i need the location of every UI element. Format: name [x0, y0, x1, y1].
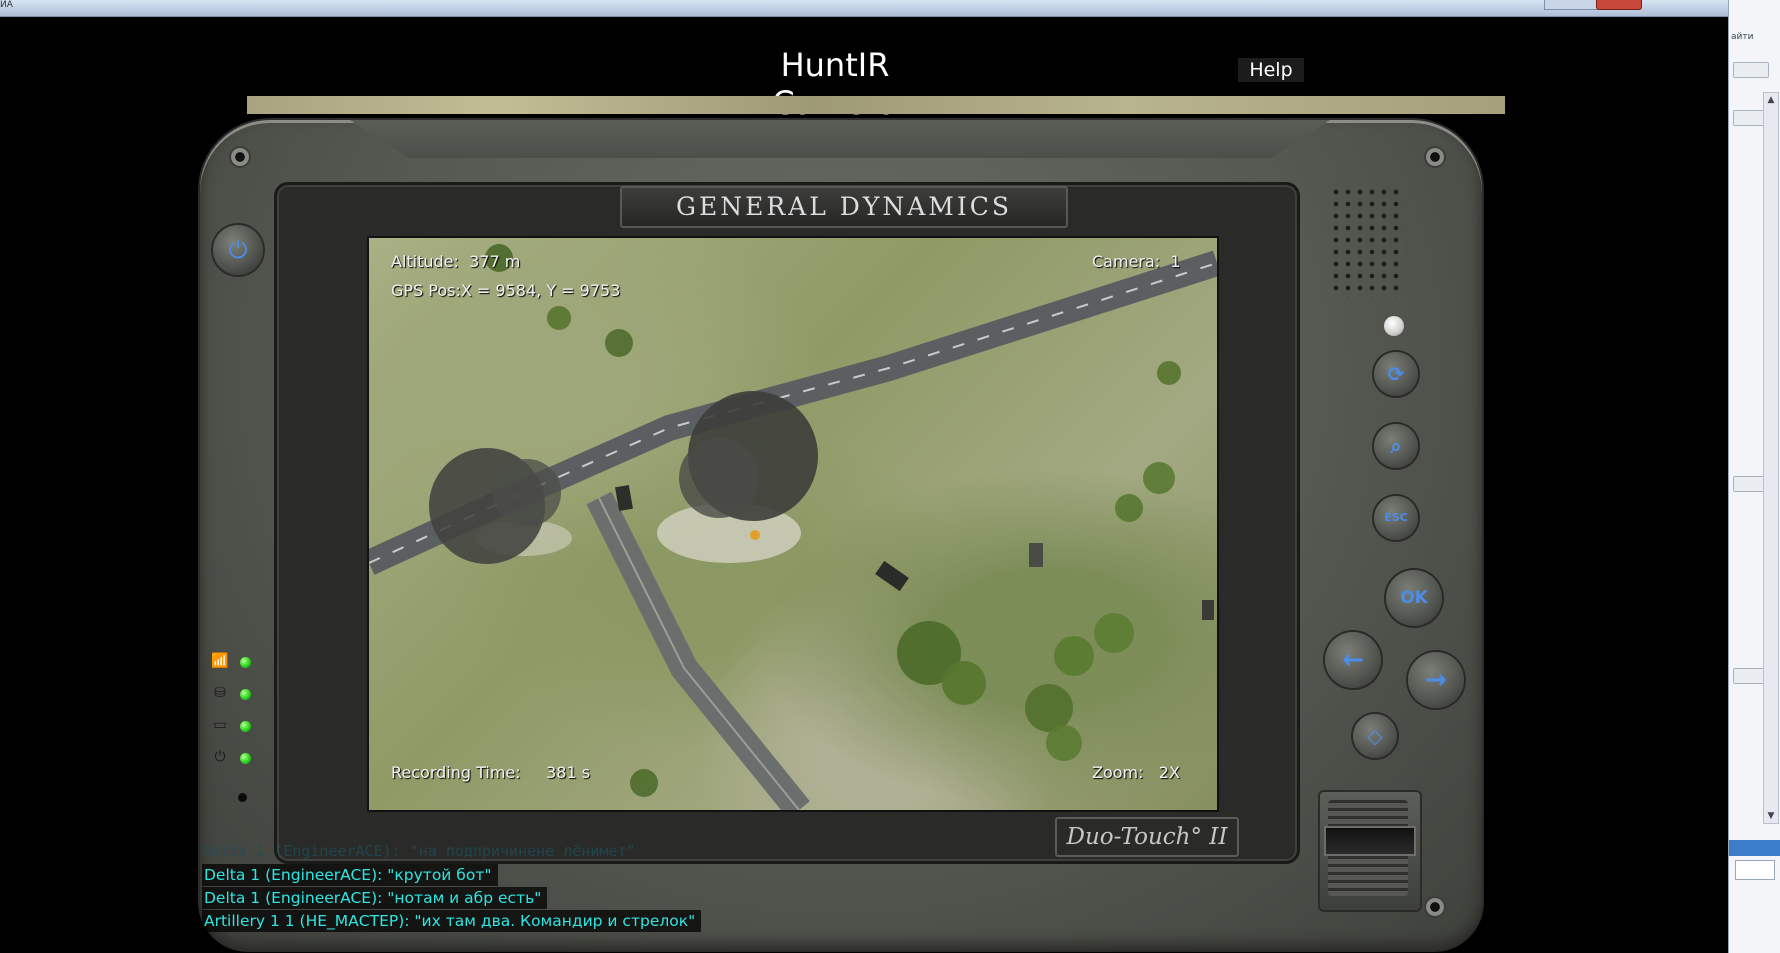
altitude-readout: Altitude: 377 m — [391, 252, 521, 271]
camera-switch-button[interactable]: ⟳ — [1374, 352, 1418, 396]
indicator-light — [1384, 316, 1404, 336]
help-button[interactable]: Help — [1238, 58, 1304, 82]
camera-feed[interactable]: Altitude: 377 m GPS Pos:X = 9584, Y = 97… — [367, 236, 1219, 812]
left-arrow-button[interactable]: ← — [1325, 632, 1381, 688]
tree-cluster — [1025, 684, 1073, 732]
ok-label: OK — [1400, 588, 1428, 608]
status-row-power: ⏻ — [208, 748, 258, 768]
tree-cluster — [1115, 494, 1143, 522]
screw — [229, 146, 251, 168]
smoke-cloud — [493, 459, 561, 527]
window-corner-text: ИА — [0, 0, 13, 10]
scroll-up-arrow[interactable]: ▲ — [1764, 93, 1778, 107]
terrain-strip — [247, 96, 1505, 114]
status-row-storage: ⛁ — [208, 684, 258, 704]
down-button[interactable]: ◇ — [1353, 714, 1397, 758]
fire — [750, 530, 760, 540]
vehicle — [1202, 600, 1214, 620]
tree-cluster — [1094, 613, 1134, 653]
ok-button[interactable]: OK — [1386, 570, 1442, 626]
chat-line: Delta 1 (EngineerACE): "нотам и абр есть… — [202, 887, 548, 909]
status-row-battery: ▭ — [208, 716, 258, 736]
esc-label: ESC — [1384, 511, 1408, 524]
tree-cluster — [942, 661, 986, 705]
chat-line-faded: Delta 1 (EngineerACE): "на подпричинене … — [202, 842, 636, 860]
camera-number-readout: Camera: 1 — [1092, 252, 1181, 271]
arrow-right-icon: → — [1425, 665, 1447, 695]
screw — [1424, 896, 1446, 918]
device-top-bevel — [350, 120, 1330, 158]
side-panel-highlight — [1729, 840, 1780, 856]
battery-icon: ▭ — [213, 717, 227, 733]
esc-button[interactable]: ESC — [1374, 496, 1418, 540]
status-led — [240, 657, 251, 668]
terrain-view — [369, 244, 1217, 810]
vehicle — [875, 560, 909, 592]
gps-readout: GPS Pos:X = 9584, Y = 9753 — [391, 281, 621, 300]
recording-time-readout: Recording Time: 381 s — [391, 763, 591, 782]
status-led — [240, 753, 251, 764]
side-panel-link[interactable]: айти — [1731, 32, 1775, 46]
power-status-icon: ⏻ — [214, 749, 226, 765]
zoom-readout: Zoom: 2X — [1092, 763, 1180, 782]
window-close-button[interactable] — [1596, 0, 1642, 10]
chat-line: Delta 1 (EngineerACE): "крутой бот" — [202, 864, 498, 886]
fingerprint-reader — [1318, 790, 1422, 912]
arrow-left-icon: ← — [1342, 645, 1364, 675]
side-panel-scrollbar[interactable]: ▲ ▼ — [1763, 92, 1779, 824]
right-arrow-button[interactable]: → — [1408, 652, 1464, 708]
window-titlebar: ИА — [0, 0, 1780, 17]
microphone-pinhole — [238, 793, 247, 802]
tree-cluster — [1046, 725, 1082, 761]
camera-switch-icon: ⟳ — [1387, 362, 1405, 386]
zoom-icon: ⌕ — [1390, 434, 1402, 458]
signal-icon: 📶 — [211, 653, 229, 669]
smoke-cloud — [679, 438, 759, 518]
scroll-down-arrow[interactable]: ▼ — [1764, 809, 1778, 823]
tree-cluster — [547, 306, 571, 330]
fingerprint-sensor — [1324, 826, 1416, 856]
vehicle — [1029, 543, 1043, 567]
model-plate: Duo-Touch° II — [1055, 817, 1239, 857]
power-button[interactable]: ⏻ — [213, 225, 263, 275]
window-minmax-buttons[interactable] — [1544, 0, 1598, 10]
tree-cluster — [1157, 361, 1181, 385]
browser-side-panel: айти ▲ ▼ — [1728, 0, 1780, 953]
storage-icon: ⛁ — [214, 685, 226, 701]
zoom-button[interactable]: ⌕ — [1374, 424, 1418, 468]
tree-cluster — [605, 329, 633, 357]
tree-cluster — [1054, 636, 1094, 676]
status-row-signal: 📶 — [208, 652, 258, 672]
side-panel-input[interactable] — [1735, 860, 1775, 880]
chat-line: Artillery 1 1 (НЕ_МАСТЕР): "их там два. … — [202, 910, 702, 932]
diamond-icon: ◇ — [1367, 724, 1383, 748]
status-led — [240, 721, 251, 732]
tree-cluster — [630, 769, 658, 797]
status-led — [240, 689, 251, 700]
speaker-grille — [1330, 186, 1406, 298]
brand-plate: GENERAL DYNAMICS — [620, 186, 1068, 228]
screw — [1424, 146, 1446, 168]
side-panel-button[interactable] — [1733, 62, 1769, 78]
power-icon: ⏻ — [228, 236, 248, 264]
tree-cluster — [1143, 462, 1175, 494]
